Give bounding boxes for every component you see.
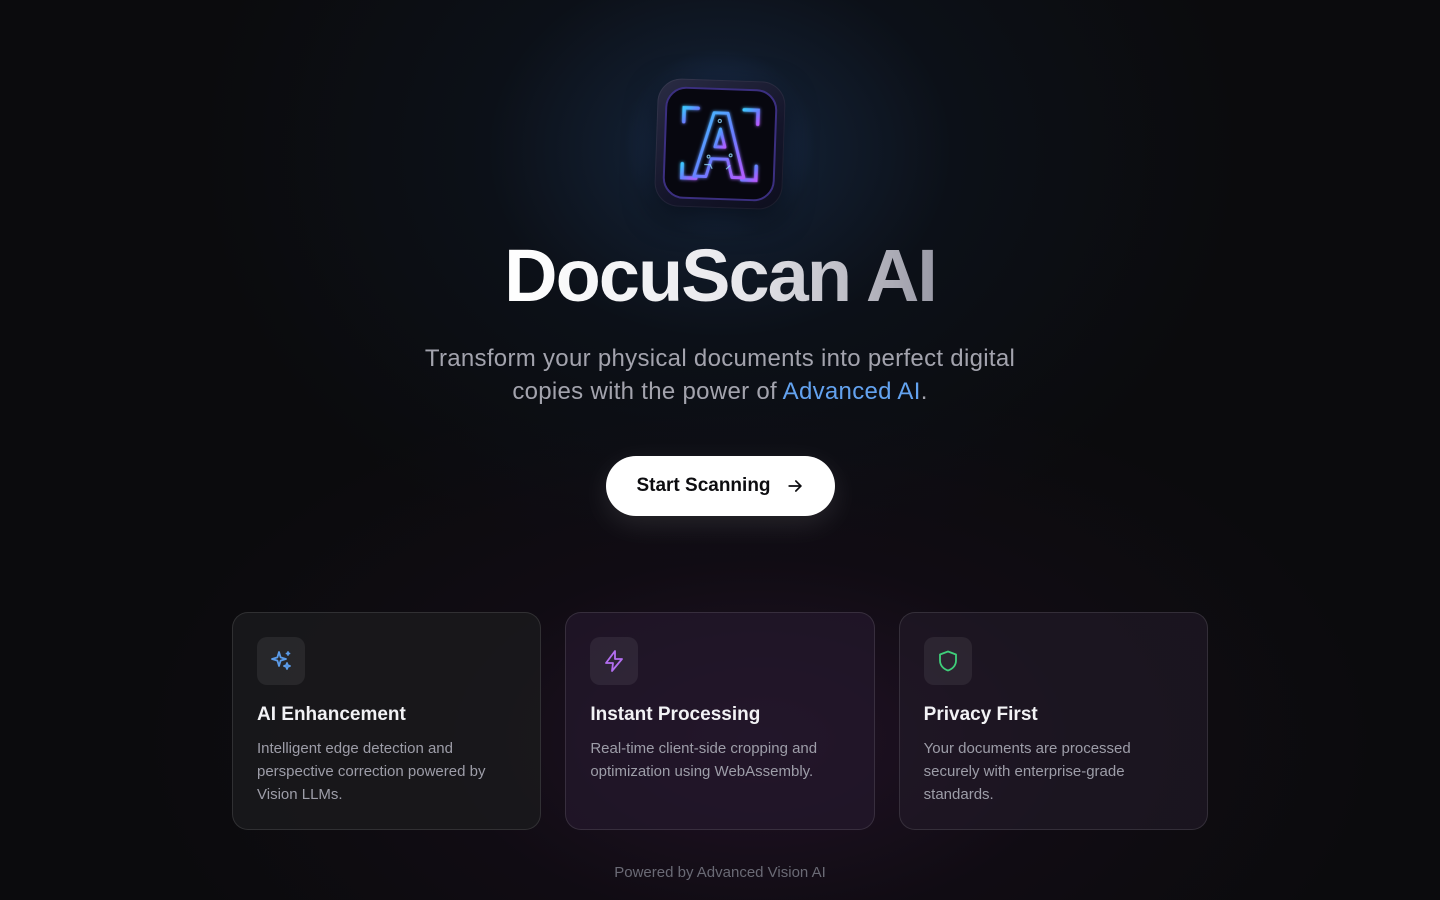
shield-icon: [938, 650, 957, 672]
footer-text: Powered by Advanced Vision AI: [614, 864, 826, 881]
feature-icon-box: [923, 637, 972, 685]
feature-description: Your documents are processed securely wi…: [923, 740, 1131, 803]
page-title: DocuScan AI: [0, 232, 1440, 320]
subtitle-line-2: copies with the power of: [512, 378, 783, 405]
feature-title: Instant Processing: [590, 704, 761, 725]
logo-tile: [653, 77, 787, 211]
feature-cards: AI Enhancement Intelligent edge detectio…: [232, 612, 1208, 830]
feature-title: Privacy First: [923, 704, 1038, 725]
lightning-icon: [605, 650, 624, 672]
arrow-right-icon: [785, 476, 805, 496]
start-scanning-button[interactable]: Start Scanning: [606, 456, 835, 516]
hero-subtitle: Transform your physical documents into p…: [370, 342, 1070, 408]
feature-icon-box: [590, 637, 639, 685]
subtitle-accent: Advanced AI: [782, 378, 921, 405]
feature-card-privacy-first: Privacy First Your documents are process…: [898, 612, 1208, 830]
landing-page: DocuScan AI Transform your physical docu…: [0, 0, 1440, 900]
start-scanning-label: Start Scanning: [636, 475, 771, 496]
sparkles-icon: [271, 651, 291, 670]
feature-card-instant-processing: Instant Processing Real-time client-side…: [565, 612, 875, 830]
feature-description: Real-time client-side cropping and optim…: [590, 740, 818, 780]
feature-card-ai-enhancement: AI Enhancement Intelligent edge detectio…: [232, 612, 542, 830]
app-logo: [616, 40, 824, 248]
page-title-text: DocuScan AI: [504, 234, 938, 317]
feature-description: Intelligent edge detection and perspecti…: [257, 740, 486, 803]
subtitle-line-1: Transform your physical documents into p…: [424, 345, 1016, 372]
feature-title: AI Enhancement: [257, 704, 406, 725]
feature-icon-box: [257, 637, 305, 685]
subtitle-suffix: .: [920, 378, 928, 405]
scan-letter-a-icon: [662, 86, 778, 202]
